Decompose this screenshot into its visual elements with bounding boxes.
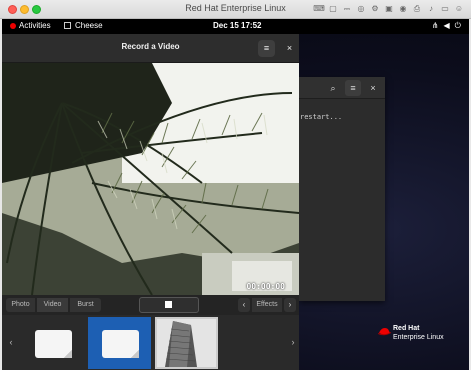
document-icon <box>102 330 139 358</box>
system-menu[interactable]: ⋔ ◀ ⏻ <box>432 21 461 31</box>
activities-label: Activities <box>19 21 51 30</box>
logo-line2: Enterprise Linux <box>393 334 444 341</box>
chevron-right-icon[interactable]: › <box>284 298 296 312</box>
keyboard-icon[interactable]: ⌨ <box>313 3 325 15</box>
camera-viewfinder: 00:00:00 <box>2 63 299 295</box>
shared-folder-icon[interactable]: ▣ <box>383 3 395 15</box>
chevron-right-icon[interactable]: › <box>286 315 300 370</box>
burst-mode-button[interactable]: Burst <box>70 298 101 312</box>
cheese-app-icon <box>64 22 71 29</box>
hamburger-menu-icon[interactable]: ≡ <box>345 80 361 96</box>
video-mode-button[interactable]: Video <box>37 298 68 312</box>
recording-timer: 00:00:00 <box>246 282 285 291</box>
palm-tree-preview <box>2 63 299 295</box>
stop-icon <box>165 301 172 308</box>
gnome-top-bar: Activities Cheese Dec 15 17:52 ⋔ ◀ ⏻ <box>2 19 469 34</box>
cheese-window: Record a Video ≡ × 00:00:00 Photo Video … <box>2 34 299 370</box>
search-icon[interactable]: ⌕ <box>325 80 341 96</box>
settings-icon[interactable]: ⚙ <box>369 3 381 15</box>
user-icon[interactable]: ☺ <box>453 3 465 15</box>
network-icon: ⋔ <box>431 21 439 30</box>
red-hat-hat-icon <box>378 328 391 336</box>
vm-window-titlebar: Red Hat Enterprise Linux ⌨ ▢ ⎓ ◎ ⚙ ▣ ◉ ⎙… <box>0 0 471 19</box>
thumbnail-item[interactable] <box>21 317 84 369</box>
gnome-desktop: Activities Cheese Dec 15 17:52 ⋔ ◀ ⏻ ⌕ ≡… <box>2 19 469 370</box>
close-icon[interactable]: × <box>281 40 298 57</box>
photo-mode-button[interactable]: Photo <box>6 298 35 312</box>
photo-thumbnail-image <box>157 319 216 367</box>
logo-line1: Red Hat <box>393 325 420 332</box>
app-menu-label: Cheese <box>75 21 103 30</box>
chevron-left-icon[interactable]: ‹ <box>4 315 18 370</box>
volume-icon: ◀ <box>443 21 450 30</box>
effects-button[interactable]: Effects <box>252 298 282 312</box>
window-icon[interactable]: ▢ <box>327 3 339 15</box>
terminal-output: restart... <box>300 113 343 121</box>
document-icon <box>35 330 72 358</box>
disc-icon[interactable]: ◎ <box>355 3 367 15</box>
red-hat-icon <box>10 22 16 29</box>
thumbnail-strip: ‹ › <box>2 315 299 370</box>
record-button[interactable] <box>139 297 199 313</box>
printer-icon[interactable]: ⎙ <box>411 3 423 15</box>
terminal-headerbar: ⌕ ≡ × <box>299 77 385 99</box>
window-title: Record a Video <box>121 42 180 51</box>
clock[interactable]: Dec 15 17:52 <box>213 21 261 30</box>
display-icon[interactable]: ▭ <box>439 3 451 15</box>
activities-button[interactable]: Activities <box>10 21 51 30</box>
capture-controls: Photo Video Burst ‹ Effects › <box>2 295 299 315</box>
close-icon[interactable]: × <box>365 80 381 96</box>
camera-icon[interactable]: ◉ <box>397 3 409 15</box>
usb-icon[interactable]: ⎓ <box>341 3 353 15</box>
power-icon: ⏻ <box>454 21 461 30</box>
hamburger-menu-icon[interactable]: ≡ <box>258 40 275 57</box>
sound-icon[interactable]: ♪ <box>425 3 437 15</box>
cheese-headerbar: Record a Video ≡ × <box>2 34 299 63</box>
chevron-left-icon[interactable]: ‹ <box>238 298 250 312</box>
vm-toolbar: ⌨ ▢ ⎓ ◎ ⚙ ▣ ◉ ⎙ ♪ ▭ ☺ <box>313 3 465 15</box>
thumbnail-item-selected[interactable] <box>88 317 151 369</box>
thumbnail-item[interactable] <box>155 317 218 369</box>
terminal-window[interactable]: ⌕ ≡ × restart... <box>299 77 385 301</box>
app-menu[interactable]: Cheese <box>64 21 103 30</box>
